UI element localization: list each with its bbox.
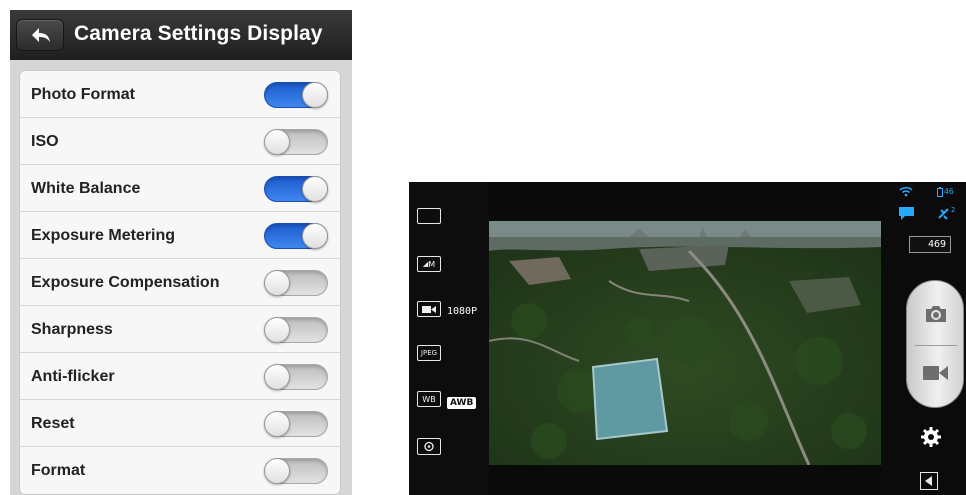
settings-row-toggle[interactable]	[264, 223, 328, 249]
settings-row-toggle[interactable]	[264, 176, 328, 202]
white-balance-button[interactable]: WB	[417, 391, 441, 407]
video-record-button[interactable]	[907, 345, 965, 409]
settings-gear-icon[interactable]	[921, 427, 941, 447]
settings-row-toggle[interactable]	[264, 458, 328, 484]
settings-row-label: White Balance	[31, 180, 141, 197]
settings-row: Sharpness	[20, 306, 340, 353]
battery-icon	[937, 187, 943, 197]
settings-row-label: Reset	[31, 415, 75, 432]
settings-row: Reset	[20, 400, 340, 447]
video-camera-icon	[422, 305, 436, 313]
camera-left-toolbar: ◢ M 1080P JPEG WB AWB	[409, 182, 489, 495]
photo-capture-button[interactable]	[907, 281, 965, 345]
signal-value: 2	[951, 206, 956, 214]
settings-row-toggle[interactable]	[264, 411, 328, 437]
wifi-icon	[899, 187, 913, 197]
camera-right-toolbar: 46 2 469	[881, 182, 966, 495]
back-button[interactable]	[16, 19, 64, 51]
camera-preview	[489, 221, 881, 465]
settings-list: Photo Format ISO White Balance Exposure Met…	[19, 70, 341, 495]
toggle-knob	[264, 317, 290, 343]
camera-icon	[926, 306, 946, 322]
settings-panel: Camera Settings Display Photo Format ISO W…	[10, 10, 352, 495]
settings-row-label: Exposure Metering	[31, 227, 176, 244]
wb-label: WB	[422, 394, 436, 404]
video-resolution-button[interactable]	[417, 301, 441, 317]
battery-value: 46	[944, 187, 954, 196]
settings-row: Exposure Metering	[20, 212, 340, 259]
settings-row-label: Anti-flicker	[31, 368, 115, 385]
page-title: Camera Settings Display	[74, 22, 323, 45]
settings-row-label: ISO	[31, 133, 59, 150]
collapse-panel-button[interactable]	[920, 472, 938, 490]
wb-value-badge: AWB	[447, 397, 477, 409]
toggle-knob	[264, 364, 290, 390]
capture-control	[906, 280, 964, 408]
remaining-shots-counter: 469	[909, 236, 951, 253]
aspect-ratio-icon[interactable]	[417, 208, 441, 224]
settings-row-toggle[interactable]	[264, 364, 328, 390]
settings-row: Exposure Compensation	[20, 259, 340, 306]
camera-view: ◢ M 1080P JPEG WB AWB 46 2 469	[409, 182, 966, 495]
settings-row: Anti-flicker	[20, 353, 340, 400]
metering-button[interactable]	[417, 438, 441, 455]
toggle-knob	[302, 176, 328, 202]
settings-row-toggle[interactable]	[264, 270, 328, 296]
mode-label: M	[428, 259, 436, 269]
settings-row-label: Format	[31, 462, 86, 479]
toggle-knob	[264, 458, 290, 484]
video-camera-icon	[923, 366, 948, 380]
shooting-mode-button[interactable]: ◢ M	[417, 256, 441, 272]
settings-row: Photo Format	[20, 71, 340, 118]
satellite-icon	[938, 208, 949, 220]
settings-row: Format	[20, 447, 340, 494]
toggle-knob	[302, 223, 328, 249]
back-arrow-icon	[32, 28, 50, 42]
toggle-knob	[302, 82, 328, 108]
settings-row-label: Photo Format	[31, 86, 135, 103]
settings-row-label: Sharpness	[31, 321, 113, 338]
settings-row: ISO	[20, 118, 340, 165]
toggle-knob	[264, 270, 290, 296]
message-icon	[899, 207, 914, 220]
settings-row-toggle[interactable]	[264, 82, 328, 108]
resolution-label: 1080P	[447, 306, 478, 317]
aerial-landscape-image	[489, 221, 881, 465]
settings-row: White Balance	[20, 165, 340, 212]
photo-format-button[interactable]: JPEG	[417, 345, 441, 361]
settings-row-label: Exposure Compensation	[31, 274, 220, 291]
settings-row-toggle[interactable]	[264, 317, 328, 343]
metering-icon	[424, 441, 434, 452]
format-label: JPEG	[420, 349, 438, 357]
toggle-knob	[264, 411, 290, 437]
nav-header: Camera Settings Display	[10, 10, 352, 60]
settings-row-toggle[interactable]	[264, 129, 328, 155]
toggle-knob	[264, 129, 290, 155]
play-left-icon	[925, 476, 932, 486]
